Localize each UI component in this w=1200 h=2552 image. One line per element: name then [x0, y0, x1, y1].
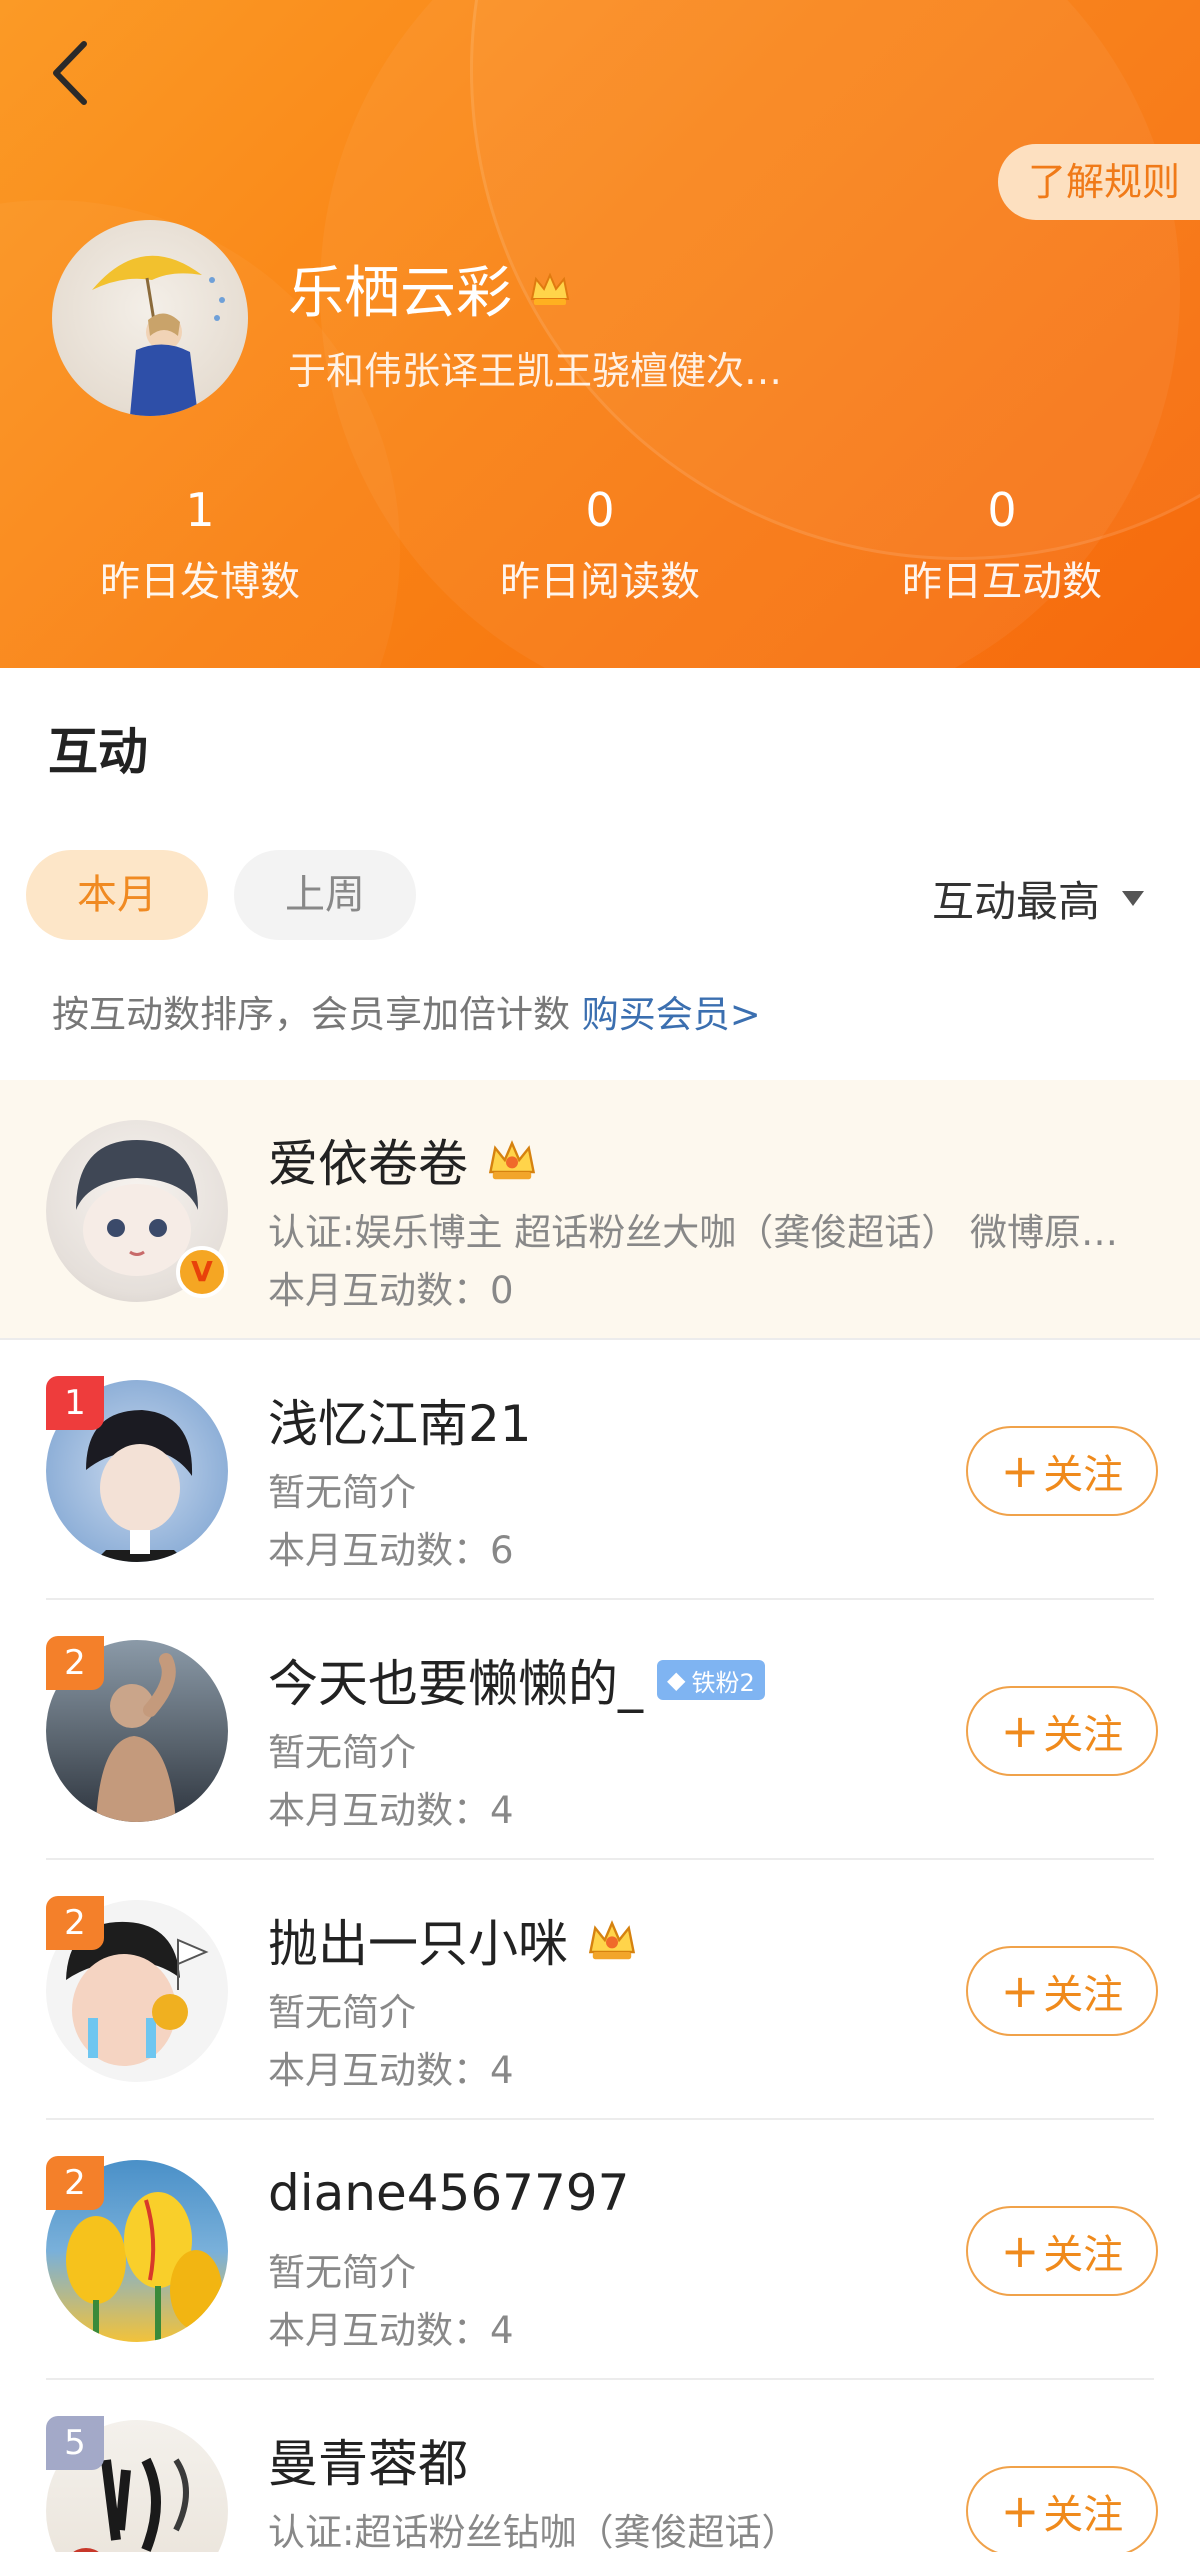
rank-badge: 1 — [46, 1376, 104, 1430]
fan-level-badge: ◆ 铁粉2 — [657, 1660, 765, 1700]
user-name-text: 曼青蓉都 — [268, 2435, 468, 2493]
list-item[interactable]: 1 浅忆江南21 暂无简介 本月互动数：6 + 关注 — [0, 1340, 1200, 1600]
user-name: 浅忆江南21 — [268, 1384, 532, 1456]
user-description: 暂无简介 — [268, 2251, 416, 2294]
plus-icon: + — [1000, 2484, 1040, 2538]
rank-badge: 2 — [46, 2156, 104, 2210]
user-description: 认证:娱乐博主 超话粉丝大咖（龚俊超话） 微博原… — [268, 1211, 1118, 1254]
user-name: 今天也要懒懒的_ ◆ 铁粉2 — [268, 1644, 765, 1716]
stat-label: 昨日互动数 — [902, 559, 1102, 605]
user-name-text: 抛出一只小咪 — [268, 1915, 568, 1973]
plus-icon: + — [1000, 1704, 1040, 1758]
user-bio: 于和伟张译王凯王骁檀健次… — [288, 349, 783, 393]
user-name-text: 爱依卷卷 — [268, 1135, 468, 1193]
profile-header: 了解规则 乐栖云彩 于和伟张译王凯王骁檀健次… 1 昨日发博数 0 昨日阅读数 … — [0, 0, 1200, 668]
follow-button[interactable]: + 关注 — [966, 1426, 1158, 1516]
interaction-count: 本月互动数：4 — [268, 1789, 514, 1832]
follow-button[interactable]: + 关注 — [966, 1686, 1158, 1776]
follow-label: 关注 — [1043, 2232, 1124, 2278]
list-item[interactable]: 2 diane4567797 暂无简介 本月互动数：4 + 关注 — [0, 2120, 1200, 2380]
sort-dropdown[interactable]: 互动最高 — [932, 868, 1145, 929]
stat-interactions: 0 昨日互动数 — [822, 480, 1182, 612]
diamond-icon: ◆ — [667, 1666, 686, 1694]
follow-label: 关注 — [1043, 1972, 1124, 2018]
tab-this-month[interactable]: 本月 — [26, 850, 208, 940]
rank-badge: 2 — [46, 1636, 104, 1690]
rank-badge: 5 — [46, 2416, 104, 2470]
interaction-count: 本月互动数：4 — [268, 2309, 514, 2352]
user-description: 暂无简介 — [268, 1471, 416, 1514]
verified-badge: V — [176, 1246, 228, 1298]
fan-level-text: 铁粉2 — [691, 1668, 755, 1697]
stat-value: 0 — [585, 483, 615, 537]
username: 乐栖云彩 — [288, 248, 572, 329]
avatar[interactable] — [52, 220, 248, 416]
list-item[interactable]: 2 抛出一只小咪 暂无简介 本月互动数：4 + 关注 — [0, 1860, 1200, 2120]
follow-button[interactable]: + 关注 — [966, 2466, 1158, 2552]
stat-value: 1 — [185, 483, 215, 537]
user-name-text: 今天也要懒懒的_ — [268, 1655, 643, 1713]
rank-badge: 2 — [46, 1896, 104, 1950]
user-name: 抛出一只小咪 — [268, 1904, 640, 1976]
sort-label: 互动最高 — [932, 877, 1101, 926]
interaction-count: 本月互动数：0 — [268, 1269, 514, 1312]
avatar-illustration — [92, 255, 225, 416]
user-name-text: 浅忆江南21 — [268, 1395, 532, 1453]
interaction-count: 本月互动数：4 — [268, 2049, 514, 2092]
plus-icon: + — [1000, 1964, 1040, 2018]
sort-hint: 按互动数排序，会员享加倍计数 购买会员> — [52, 984, 761, 1038]
follow-label: 关注 — [1043, 1452, 1124, 1498]
caret-down-icon — [1122, 891, 1145, 906]
stat-reads: 0 昨日阅读数 — [420, 480, 780, 612]
follow-button[interactable]: + 关注 — [966, 1946, 1158, 2036]
back-button[interactable] — [40, 38, 100, 108]
tab-last-week[interactable]: 上周 — [234, 850, 416, 940]
chevron-left-icon — [53, 41, 87, 105]
follow-label: 关注 — [1043, 1712, 1124, 1758]
list-item-self[interactable]: V 爱依卷卷 认证:娱乐博主 超话粉丝大咖（龚俊超话） 微博原… 本月互动数：0 — [0, 1080, 1200, 1340]
user-name: diane4567797 — [268, 2164, 629, 2222]
follow-label: 关注 — [1043, 2492, 1124, 2538]
buy-membership-link[interactable]: 购买会员> — [582, 993, 761, 1036]
plus-icon: + — [1000, 1444, 1040, 1498]
stat-label: 昨日发博数 — [100, 559, 300, 605]
stat-label: 昨日阅读数 — [500, 559, 700, 605]
interaction-count: 本月互动数：6 — [268, 1529, 514, 1572]
section-title: 互动 — [48, 723, 148, 781]
list-item[interactable]: 5 曼青蓉都 认证:超话粉丝钻咖（龚俊超话） + 关注 — [0, 2380, 1200, 2552]
list-item[interactable]: 2 今天也要懒懒的_ ◆ 铁粉2 暂无简介 本月互动数：4 + 关注 — [0, 1600, 1200, 1860]
user-description: 认证:超话粉丝钻咖（龚俊超话） — [268, 2511, 799, 2552]
stat-value: 0 — [987, 483, 1017, 537]
crown-icon — [588, 1920, 636, 1960]
hint-text: 按互动数排序，会员享加倍计数 — [52, 993, 582, 1036]
stat-posts: 1 昨日发博数 — [20, 480, 380, 612]
user-description: 暂无简介 — [268, 1731, 416, 1774]
plus-icon: + — [1000, 2224, 1040, 2278]
follow-button[interactable]: + 关注 — [966, 2206, 1158, 2296]
crown-icon — [530, 271, 570, 305]
crown-icon — [488, 1140, 536, 1180]
user-name: 曼青蓉都 — [268, 2424, 468, 2496]
username-text: 乐栖云彩 — [288, 261, 512, 326]
user-description: 暂无简介 — [268, 1991, 416, 2034]
user-name: 爱依卷卷 — [268, 1124, 540, 1196]
user-name-text: diane4567797 — [268, 2164, 630, 2222]
rules-button[interactable]: 了解规则 — [998, 144, 1200, 220]
